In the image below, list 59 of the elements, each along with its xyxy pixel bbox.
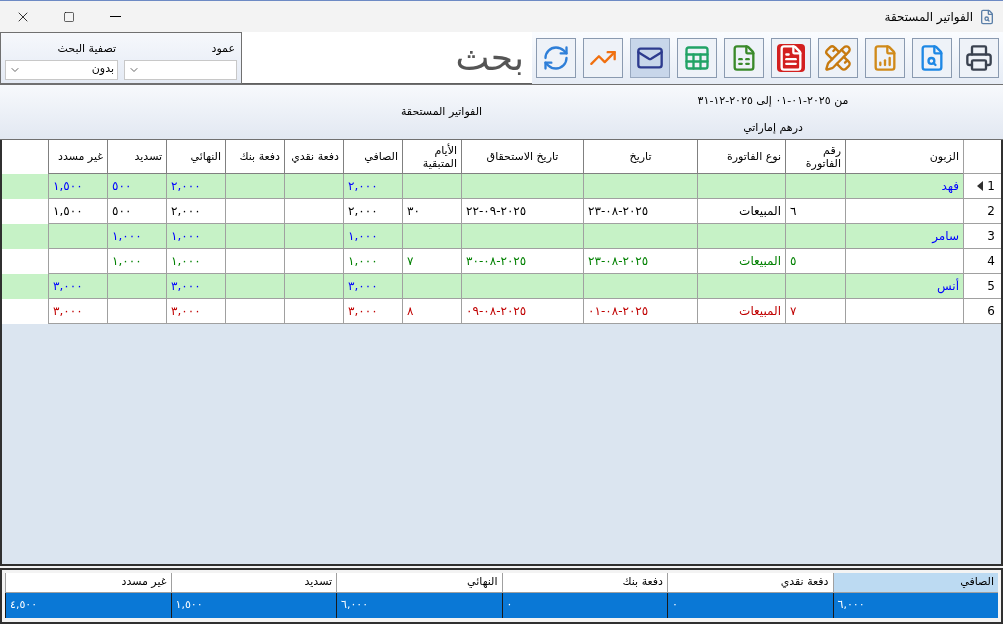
row-header[interactable]: 6: [963, 299, 1001, 324]
table-cell: ٣,٠٠٠: [48, 299, 107, 324]
date-range-text: من ٢٠٢٥-٠١-٠١ إلى ٢٠٢٥-١٢-٣١: [697, 93, 849, 109]
row-header[interactable]: 3: [963, 224, 1001, 249]
totals-header[interactable]: النهائي: [336, 573, 502, 593]
pdf-file-icon: [777, 44, 805, 72]
table-cell: [225, 299, 284, 324]
row-header[interactable]: 2: [963, 199, 1001, 224]
refresh-icon: [542, 44, 570, 72]
row-number: 1: [987, 178, 995, 195]
totals-header[interactable]: غير مسدد: [5, 573, 171, 593]
totals-header[interactable]: دفعة بنك: [501, 573, 667, 593]
dropdown-value: بدون: [91, 61, 114, 78]
table-cell: ٨: [402, 299, 461, 324]
row-number: 3: [987, 228, 995, 245]
report-title: الفواتير المستحقة: [400, 103, 483, 120]
row-header[interactable]: 4: [963, 249, 1001, 274]
table-cell: ٢٠٢٥-٠٨-٠١: [583, 299, 697, 324]
totals-header[interactable]: الصافي: [832, 573, 998, 593]
pencil-ruler-icon: [824, 44, 852, 72]
totals-value: ٤,٥٠٠: [10, 597, 38, 614]
window-title: الفواتير المستحقة: [884, 8, 973, 26]
totals-value: ٠: [672, 597, 678, 614]
current-row-icon: [977, 181, 984, 191]
totals-header[interactable]: دفعة نقدي: [667, 573, 833, 593]
row-number: 5: [987, 278, 995, 295]
toolbar-button[interactable]: [771, 38, 811, 78]
spreadsheet-icon: [683, 44, 711, 72]
table-cell: [107, 299, 166, 324]
totals-header[interactable]: تسديد: [170, 573, 336, 593]
currency-text: درهم إماراتي: [743, 119, 803, 136]
table-cell: ٣,٠٠٠: [343, 299, 402, 324]
minimize-icon: [109, 16, 121, 17]
dropdown-field[interactable]: بدون: [5, 59, 118, 80]
filter-label: عمود: [210, 41, 236, 57]
search-field[interactable]: بحث: [242, 32, 532, 84]
toolbar-button[interactable]: [959, 38, 999, 78]
row-number: 6: [987, 303, 995, 320]
table-cell: المبيعات: [697, 299, 785, 324]
table-cell: ٣,٠٠٠: [166, 299, 225, 324]
dropdown-field[interactable]: [124, 59, 237, 80]
table-cell: ٢٠٢٥-٠٨-٠٩: [461, 299, 583, 324]
table-cell: [284, 299, 343, 324]
table-cell: ٧: [785, 299, 845, 324]
maximize-icon: [63, 10, 75, 23]
printer-icon: [965, 44, 993, 72]
toolbar-button[interactable]: [630, 38, 670, 78]
totals-value: ٦,٠٠٠: [837, 597, 865, 614]
row-number: 4: [987, 253, 995, 270]
toolbar-button[interactable]: [724, 38, 764, 78]
row-header[interactable]: 5: [963, 274, 1001, 299]
totals-value: ١,٥٠٠: [175, 597, 203, 614]
row-header[interactable]: 1: [963, 174, 1001, 199]
totals-value: ٦,٠٠٠: [341, 597, 369, 614]
totals-row[interactable]: ٦,٠٠٠ ٠ ٠ ٦,٠٠٠ ١,٥٠٠ ٤,٥٠٠: [5, 593, 998, 618]
totals-value: ٠: [506, 597, 513, 614]
filter-label: تصفية البحث: [56, 41, 117, 57]
window-icon: [979, 8, 995, 25]
row-number: 2: [987, 203, 995, 220]
